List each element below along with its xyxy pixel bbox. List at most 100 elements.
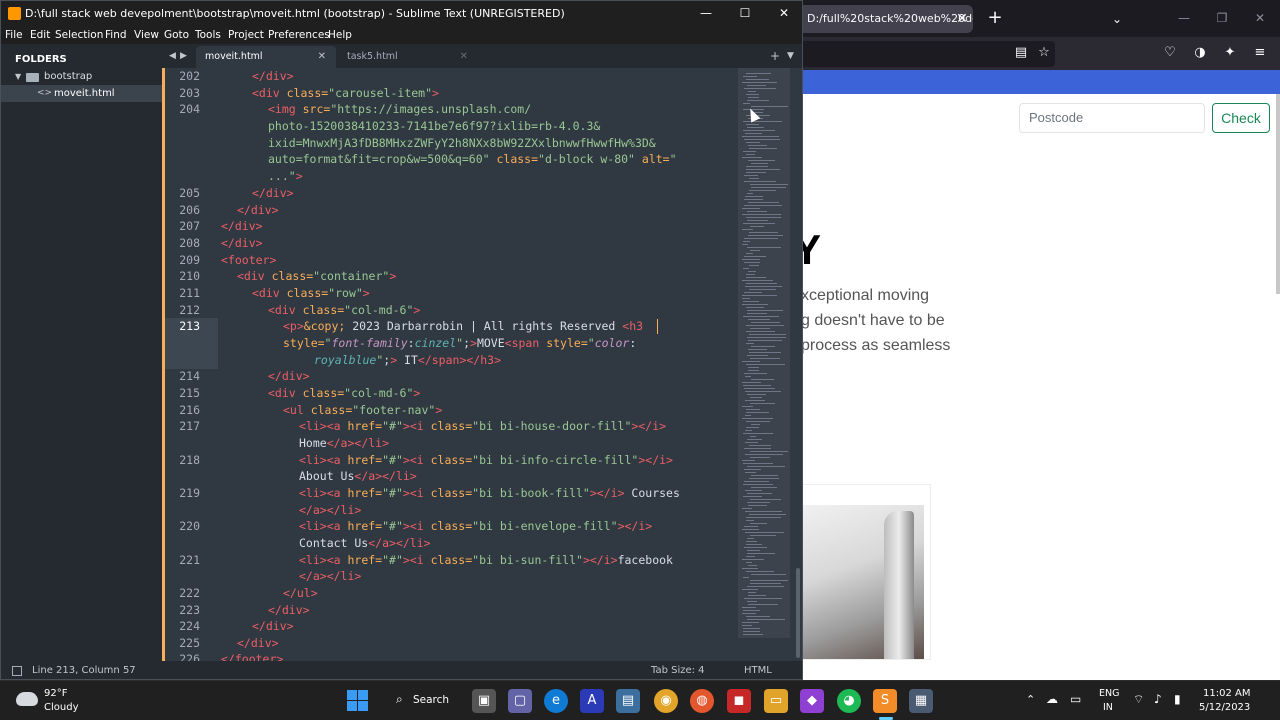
code-line[interactable]: <li><a href="#"><i class="bi bi-info-cir… [299,453,673,467]
menu-preferences[interactable]: Preferences [268,26,330,44]
language-indicator[interactable]: ENG [1099,688,1119,699]
input-region-indicator[interactable]: IN [1103,702,1113,713]
close-icon[interactable]: ✕ [460,46,468,68]
menu-file[interactable]: File [5,26,23,44]
menu-project[interactable]: Project [228,26,264,44]
code-line[interactable]: <div class="row"> [252,286,370,300]
code-line[interactable]: <div class="carousel-item"> [252,86,439,100]
reader-view-icon[interactable]: ▤ [1011,43,1031,63]
code-line-wrap[interactable]: About Us</a></li> [299,469,417,483]
tab-task5[interactable]: task5.html ✕ [338,46,478,68]
theme-icon[interactable]: ◑ [1190,43,1210,63]
task-view-icon[interactable]: ▣ [472,689,496,713]
tab-menu-icon[interactable]: ▼ [787,44,794,68]
menu-help[interactable]: Help [328,26,352,44]
code-line-wrap[interactable]: </a></li> [299,569,361,583]
code-line[interactable]: </div> [221,219,263,233]
taskbar-search-button[interactable]: ⌕ Search [389,689,453,713]
new-tab-button[interactable]: + [983,5,1007,33]
tab-size-selector[interactable]: Tab Size: 4 [651,661,705,679]
code-line[interactable]: <footer> [221,253,276,267]
code-line[interactable]: </div> [268,603,310,617]
menu-find[interactable]: Find [105,26,127,44]
chevron-down-icon[interactable]: ⌄ [1105,8,1129,30]
code-line-wrap[interactable]: </a></li> [299,503,361,517]
code-line[interactable]: <li><a href="#"><i class="bi bi-book-fil… [299,486,680,500]
menu-edit[interactable]: Edit [30,26,50,44]
code-line[interactable]: </div> [268,369,310,383]
onedrive-icon[interactable]: ☁ [1046,692,1058,706]
clock-time[interactable]: 11:02 AM [1203,688,1250,699]
menu-tools[interactable]: Tools [195,26,221,44]
page-scrollbar[interactable] [1276,94,1280,294]
code-line-wrap[interactable]: ixid=MnwxMjA3fDB8MHxzZWFyY2h8NXx8bW92ZXx… [268,136,656,150]
pocket-icon[interactable]: ♡ [1160,43,1180,63]
code-line[interactable]: </div> [252,619,294,633]
code-line-wrap[interactable]: auto=format&fit=crop&w=500&q=60" class="… [268,152,677,166]
code-line[interactable]: <li><a href="#"><i class="bi bi-envelope… [299,519,652,533]
menu-icon[interactable]: ≡ [1250,43,1270,63]
wifi-icon[interactable]: ⌔ [1133,692,1144,707]
teams-icon[interactable]: ▢ [508,689,532,713]
minimize-button[interactable]: — [1166,6,1202,30]
code-line[interactable]: <div class="col-md-6"> [268,303,420,317]
postcode-input[interactable]: Postcode [1019,103,1205,133]
scrollbar-thumb[interactable] [796,568,800,658]
disclosure-arrow-icon[interactable]: ▼ [15,69,21,84]
code-line[interactable]: </ul> [283,586,318,600]
code-line[interactable]: </div> [237,203,279,217]
code-line[interactable]: <li><a href="#"><i class="bi bi-house-do… [299,419,666,433]
code-line[interactable]: <img src="https://images.unsplash.com/ [268,102,531,116]
panel-toggle-icon[interactable] [12,666,22,676]
code-line[interactable]: </div> [221,236,263,250]
close-button[interactable]: ✕ [764,1,802,26]
menu-selection[interactable]: Selection [55,26,103,44]
sidebar-file-moveit[interactable]: <> moveit.html [1,85,162,102]
design-app-icon[interactable]: A [580,689,604,713]
code-line-wrap[interactable]: Contact Us</a></li> [299,536,431,550]
volume-icon[interactable]: ♪ [1154,692,1162,706]
start-button[interactable] [347,690,368,711]
code-line[interactable]: <ul class="footer-nav"> [283,403,442,417]
chevron-up-icon[interactable]: ⌃ [1026,693,1035,706]
sublime-text-icon[interactable]: S [873,689,897,713]
snipping-tool-icon[interactable]: ▦ [909,689,933,713]
menu-goto[interactable]: Goto [164,26,189,44]
check-button[interactable]: Check [1212,103,1270,133]
code-line-current[interactable]: <p>&copy; 2023 Darbarrobin | All rights … [283,319,643,333]
app-icon[interactable]: ◆ [800,689,824,713]
add-tab-icon[interactable]: + [770,44,780,68]
tray-app-icon[interactable]: ▭ [1070,692,1081,706]
syntax-selector[interactable]: HTML [744,661,772,679]
close-icon[interactable]: ✕ [318,46,326,68]
code-line[interactable]: </div> [237,636,279,650]
code-line-wrap[interactable]: ..."> [268,169,303,183]
cloud-icon[interactable] [16,692,38,706]
minimize-button[interactable]: — [686,1,726,26]
star-icon[interactable]: ☆ [1034,43,1054,63]
battery-icon[interactable]: ▮ [1174,692,1181,706]
chrome-icon[interactable]: ◉ [654,689,678,713]
firefox-icon[interactable]: ◍ [690,689,714,713]
menu-view[interactable]: View [134,26,159,44]
edge-icon[interactable]: e [544,689,568,713]
code-line[interactable]: </div> [252,186,294,200]
store-icon[interactable]: ▤ [616,689,640,713]
shield-app-icon[interactable]: ◼ [727,689,751,713]
editor-scrollbar[interactable] [794,68,802,661]
code-line[interactable]: </div> [252,69,294,83]
code-line[interactable]: <div class="col-md-6"> [268,386,420,400]
spotify-icon[interactable]: ◕ [837,689,861,713]
code-line-wrap[interactable]: photo-1520038410233-7141be7e6f97?ixlib=r… [268,119,600,133]
code-line-wrap[interactable]: style="font-family:cinzel";>MOVE<span st… [283,336,636,350]
file-explorer-icon[interactable]: ▭ [764,689,788,713]
weather-condition[interactable]: Cloudy [44,702,78,713]
browser-tab[interactable]: D:/full%20stack%20web%20devep [803,5,973,33]
weather-temperature[interactable]: 92°F [44,688,67,699]
extensions-icon[interactable]: ✦ [1220,43,1240,63]
code-line-wrap[interactable]: royalblue";> IT</span></h3> [314,353,501,367]
maximize-button[interactable]: ☐ [725,1,765,26]
tab-moveit[interactable]: moveit.html ✕ [196,46,336,68]
code-line[interactable]: <li><a href="#"><i class="bi bi-sun-fill… [299,553,673,567]
code-line[interactable]: <div class="container"> [237,269,396,283]
